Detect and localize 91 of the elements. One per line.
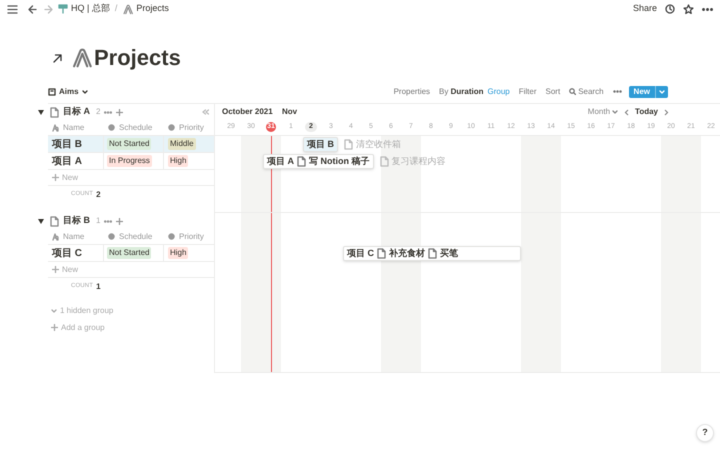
arrow-up-right-icon [52,52,63,64]
priority-tag: High [168,155,188,167]
column-header: Schedule [119,122,152,134]
plus-icon [52,266,59,273]
schedule-tag: Not Started [107,247,152,259]
scale-dropdown[interactable]: Month [588,106,618,118]
page-icon [50,106,59,118]
page-icon [50,216,59,226]
chevron-down-icon [612,109,618,115]
star-icon [683,4,694,14]
timeline-by-button[interactable]: By Duration [439,86,484,98]
column-header: Name [63,122,84,134]
filter-button[interactable]: Filter [518,86,537,98]
more-icon [612,90,622,93]
property-icon [108,124,116,132]
bar-title: 项目 B [307,138,334,151]
table-row[interactable]: 项目 C Not Started High [48,245,214,262]
search-button[interactable]: Search [569,86,604,98]
property-icon [168,124,176,132]
month-label: October 2021 [222,106,274,118]
item-name: 项目 A [52,154,82,168]
back-arrow-icon [28,4,37,14]
text-type-icon [52,232,60,240]
breadcrumb-link[interactable]: Projects [136,2,169,16]
breadcrumb-separator: / [114,2,118,16]
group-name: 目标 A [63,105,90,118]
chevron-down-icon [659,88,665,94]
properties-button[interactable]: Properties [394,86,430,98]
schedule-tag: In Progress [107,155,152,167]
task-title: 复习课程内容 [392,154,446,168]
task-title: 写 Notion 稿子 [309,154,370,168]
table-row[interactable]: 项目 B Not Started Middle [48,136,214,153]
more-icon [104,110,112,114]
property-icon [108,232,116,240]
task-title: 清空收件箱 [356,138,401,151]
column-header: Name [63,230,84,242]
column-header: Priority [179,122,204,134]
page-icon [297,156,306,167]
plus-icon [51,324,58,331]
item-name: 项目 B [52,138,82,152]
property-icon [168,232,176,240]
group-name: 目标 B [63,214,90,228]
task-title: 补充食材 [389,246,425,260]
timeline-bar[interactable]: 项目 C 补充食材 买笔 [343,246,521,261]
month-label: Nov [282,106,298,118]
collapse-icon [202,109,209,115]
table-icon [48,88,56,96]
bar-title: 项目 C [347,246,374,260]
workspace-icon [58,4,68,14]
group-toggle[interactable] [38,218,44,224]
column-header: Priority [179,230,204,242]
count-value: 2 [96,188,101,200]
text-type-icon [52,124,60,132]
menu-icon [7,4,18,14]
view-selector[interactable]: Aims [48,86,88,98]
priority-tag: Middle [168,138,196,150]
table-row[interactable]: 项目 A In Progress High [48,153,214,170]
plus-icon [116,218,124,224]
task-title: 买笔 [440,246,458,260]
count-value: 1 [96,280,101,292]
more-icon [702,8,713,10]
plus-icon [116,108,124,116]
share-button[interactable]: Share [632,2,657,16]
group-count: 2 [96,106,100,118]
sort-button[interactable]: Sort [546,86,560,98]
previous-button[interactable] [624,108,630,116]
clock-icon [665,4,675,14]
help-button[interactable]: ? [696,424,714,442]
item-name: 项目 C [52,246,82,260]
search-icon [569,88,576,95]
breadcrumb-link[interactable]: HQ | 总部 [71,2,110,16]
page-title: Projects [94,47,181,69]
schedule-tag: Not Started [107,138,152,150]
bar-title: 项目 A [267,154,294,168]
group-count: 1 [96,215,100,227]
page-icon [428,248,437,259]
forward-arrow-icon [44,4,53,14]
more-icon [104,220,112,222]
column-header: Schedule [119,230,152,242]
page-icon [344,139,353,150]
timeline-bar[interactable]: 项目 A 写 Notion 稿子 [263,154,374,169]
chevron-down-icon [82,88,88,94]
plus-icon [52,174,59,181]
today-button[interactable]: Today [635,106,658,118]
next-button[interactable] [664,108,669,116]
group-toggle[interactable] [38,110,44,114]
timeline-bar[interactable]: 项目 B [303,137,338,152]
priority-tag: High [168,247,188,259]
page-icon [380,156,388,167]
page-icon [377,248,386,259]
chevron-down-icon [51,308,57,314]
